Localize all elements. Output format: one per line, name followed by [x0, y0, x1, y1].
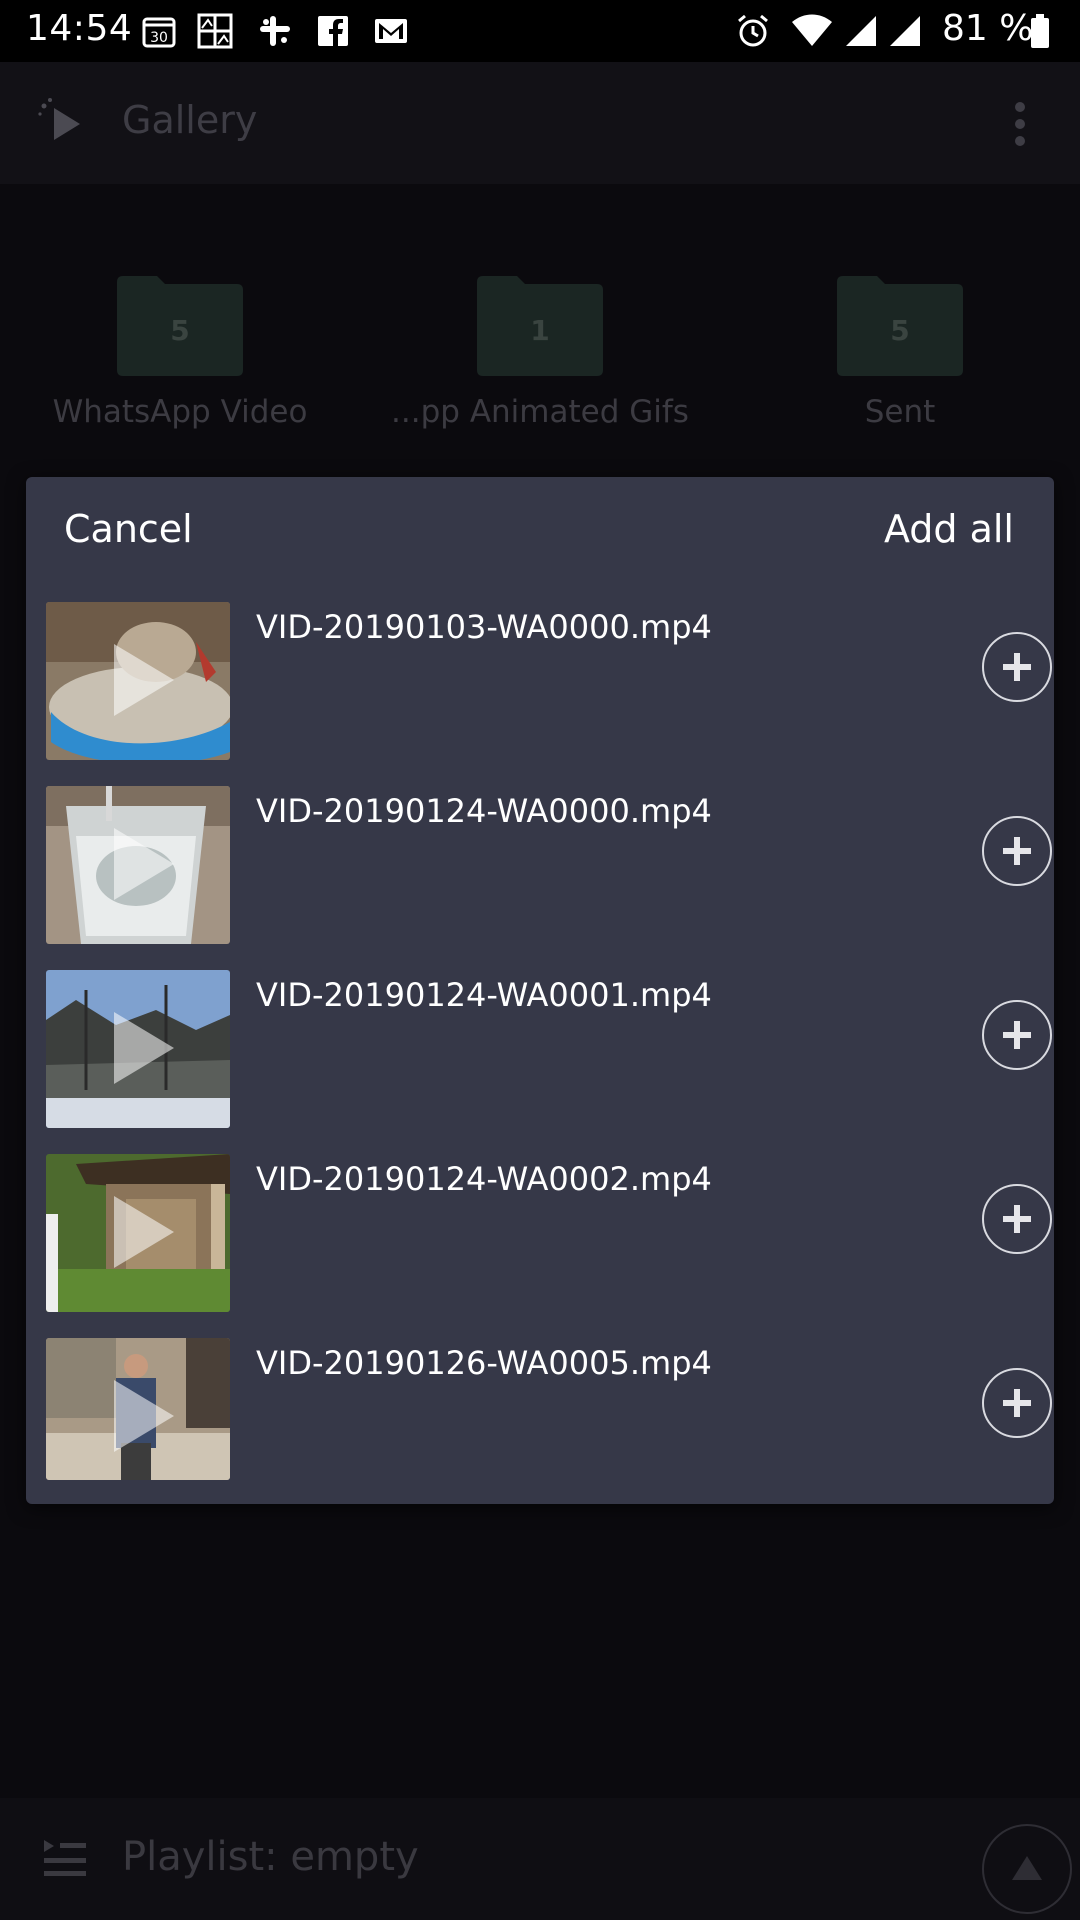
video-thumbnail: [46, 1154, 230, 1312]
folder-name: Sent: [864, 394, 936, 430]
playlist-bar[interactable]: Playlist: empty: [0, 1798, 1080, 1920]
plus-icon: [1003, 1389, 1031, 1417]
signal-icon: [842, 12, 880, 50]
status-bar: 14:54 30 81 %: [0, 0, 1080, 62]
video-list-item[interactable]: VID-20190126-WA0005.mp4: [46, 1338, 1052, 1480]
plus-icon: [1003, 1205, 1031, 1233]
add-button[interactable]: [982, 816, 1052, 886]
add-all-button[interactable]: Add all: [884, 507, 1014, 551]
plus-icon: [1003, 653, 1031, 681]
calendar-icon: 30: [140, 12, 178, 50]
folder-count: 5: [890, 314, 910, 347]
playlist-status: Playlist: empty: [122, 1834, 419, 1880]
signal-icon: [886, 12, 924, 50]
alarm-icon: [734, 12, 772, 50]
battery-percentage: 81 %: [942, 8, 1034, 49]
play-icon: [114, 1380, 174, 1452]
folder-item[interactable]: 5 WhatsApp Video: [30, 276, 330, 456]
folder-item[interactable]: 1 ...pp Animated Gifs: [390, 276, 690, 456]
battery-icon: [1028, 12, 1052, 50]
more-vert-icon[interactable]: [1000, 100, 1040, 148]
video-thumbnail: [46, 786, 230, 944]
video-thumbnail: [46, 1338, 230, 1480]
video-filename: VID-20190124-WA0001.mp4: [256, 976, 712, 1014]
folder-count: 5: [170, 314, 190, 347]
playlist-icon: [44, 1840, 86, 1876]
expand-playlist-button[interactable]: [982, 1824, 1072, 1914]
folder-name: WhatsApp Video: [52, 394, 308, 430]
folder-count: 1: [530, 314, 550, 347]
add-button[interactable]: [982, 632, 1052, 702]
app-logo-icon: [38, 98, 80, 140]
video-list-item[interactable]: VID-20190124-WA0002.mp4: [46, 1154, 1052, 1312]
play-icon: [114, 1012, 174, 1084]
play-icon: [114, 1196, 174, 1268]
folder-icon: 5: [117, 276, 243, 376]
add-button[interactable]: [982, 1184, 1052, 1254]
plus-icon: [1003, 1021, 1031, 1049]
video-thumbnail: [46, 970, 230, 1128]
play-icon: [114, 644, 174, 716]
video-filename: VID-20190103-WA0000.mp4: [256, 608, 712, 646]
slack-icon: [256, 12, 294, 50]
wifi-icon: [790, 12, 834, 50]
video-list-item[interactable]: VID-20190124-WA0000.mp4: [46, 786, 1052, 944]
folder-item[interactable]: 5 Sent: [750, 276, 1050, 456]
video-list-item[interactable]: VID-20190103-WA0000.mp4: [46, 602, 1052, 760]
cancel-button[interactable]: Cancel: [64, 507, 193, 551]
app-toolbar: Gallery: [0, 62, 1080, 184]
video-filename: VID-20190124-WA0000.mp4: [256, 792, 712, 830]
page-title: Gallery: [122, 98, 258, 142]
status-time: 14:54: [26, 8, 133, 49]
folder-name: ...pp Animated Gifs: [391, 394, 689, 430]
calendar-day: 30: [150, 30, 168, 46]
screen: 14:54 30 81 % Gallery 5 WhatsApp Video 1…: [0, 0, 1080, 1920]
triangle-up-icon: [1012, 1856, 1042, 1880]
folder-icon: 5: [837, 276, 963, 376]
folder-icon: 1: [477, 276, 603, 376]
add-button[interactable]: [982, 1000, 1052, 1070]
plus-icon: [1003, 837, 1031, 865]
photo-collage-icon: [196, 12, 234, 50]
video-list-item[interactable]: VID-20190124-WA0001.mp4: [46, 970, 1052, 1128]
play-icon: [114, 828, 174, 900]
add-button[interactable]: [982, 1368, 1052, 1438]
video-filename: VID-20190124-WA0002.mp4: [256, 1160, 712, 1198]
video-filename: VID-20190126-WA0005.mp4: [256, 1344, 712, 1382]
video-thumbnail: [46, 602, 230, 760]
facebook-icon: [314, 12, 352, 50]
add-videos-dialog: Cancel Add all VID-20190103-WA0000.mp4 V…: [26, 477, 1054, 1504]
gmail-icon: [372, 12, 410, 50]
